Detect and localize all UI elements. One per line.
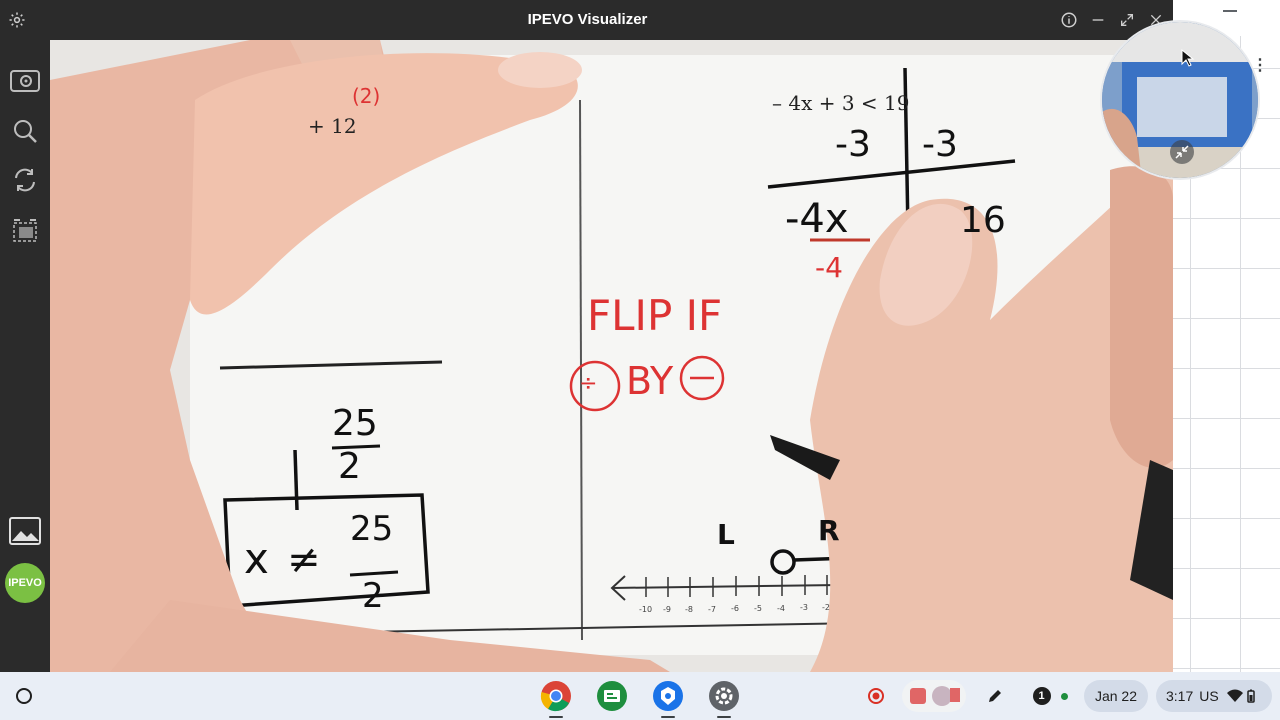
settings-active-indicator bbox=[717, 716, 731, 718]
classroom-app-icon[interactable] bbox=[594, 678, 630, 714]
tick-label: -2 bbox=[822, 603, 830, 612]
tick-label: -9 bbox=[663, 605, 671, 614]
date-pill[interactable]: Jan 22 bbox=[1084, 680, 1148, 712]
status-area[interactable]: 3:17 US bbox=[1156, 680, 1272, 712]
status-dot bbox=[1060, 692, 1068, 700]
result-right: 16 bbox=[960, 200, 1006, 241]
camera-scene: (2) + 12 25 2 x ≠ 25 2 – 4x + 3 < 19 -3 … bbox=[50, 40, 1173, 672]
tick-label: -10 bbox=[639, 605, 652, 614]
left-fraction-num: 25 bbox=[332, 403, 378, 444]
tick-label: -7 bbox=[708, 605, 716, 614]
result-left: -4x bbox=[785, 196, 849, 242]
divide-symbol: ÷ bbox=[579, 371, 597, 396]
info-icon[interactable] bbox=[1057, 8, 1081, 32]
tick-label: -4 bbox=[777, 604, 785, 613]
subtract-right: -3 bbox=[922, 124, 958, 165]
left-expression: + 12 bbox=[308, 114, 357, 138]
gallery-icon[interactable] bbox=[8, 514, 42, 548]
ipevo-active-indicator bbox=[661, 716, 675, 718]
subtract-left: -3 bbox=[835, 124, 871, 165]
more-options-icon[interactable]: ⋮ bbox=[1252, 55, 1268, 75]
window-title: IPEVO Visualizer bbox=[527, 11, 648, 28]
zoom-icon[interactable] bbox=[8, 114, 42, 148]
webcam-scene bbox=[1102, 22, 1258, 178]
notification-count: 1 bbox=[1032, 687, 1051, 705]
notification-indicator[interactable]: 1 bbox=[1024, 680, 1076, 712]
camera-feed: (2) + 12 25 2 x ≠ 25 2 – 4x + 3 < 19 -3 … bbox=[50, 40, 1173, 672]
tick-label: -5 bbox=[754, 604, 762, 613]
tick-label: -6 bbox=[731, 604, 739, 613]
ipevo-logo[interactable]: IPEVO bbox=[5, 563, 45, 603]
left-top-note: (2) bbox=[352, 84, 380, 108]
crop-icon[interactable] bbox=[8, 214, 42, 248]
boxed-symbol: ≠ bbox=[287, 537, 321, 583]
inequality-line: – 4x + 3 < 19 bbox=[772, 91, 909, 115]
boxed-fraction-num: 25 bbox=[350, 509, 393, 549]
record-icon[interactable] bbox=[858, 680, 894, 712]
minimize-icon[interactable] bbox=[1086, 8, 1110, 32]
webcam-pip[interactable] bbox=[1100, 20, 1260, 180]
snapshot-icon[interactable] bbox=[8, 64, 42, 98]
flip-note-line2: BY bbox=[626, 359, 674, 403]
wifi-icon bbox=[1226, 689, 1243, 702]
label-right: R bbox=[818, 514, 840, 547]
launcher-icon[interactable] bbox=[8, 680, 40, 712]
chrome-icon[interactable] bbox=[538, 678, 574, 714]
boxed-fraction-den: 2 bbox=[362, 576, 384, 616]
window-titlebar: IPEVO Visualizer bbox=[0, 0, 1175, 40]
pen-icon[interactable] bbox=[978, 680, 1012, 712]
rotate-icon[interactable] bbox=[8, 163, 42, 197]
locale-indicator: US bbox=[1199, 688, 1219, 704]
tick-label: -3 bbox=[800, 603, 808, 612]
settings-app-icon[interactable] bbox=[706, 678, 742, 714]
left-fraction-den: 2 bbox=[338, 446, 361, 487]
ipevo-app-icon[interactable] bbox=[650, 678, 686, 714]
divide-left: -4 bbox=[815, 251, 843, 284]
battery-icon bbox=[1246, 689, 1255, 703]
boxed-variable: x bbox=[244, 534, 269, 583]
flip-note-line1: FLIP IF bbox=[587, 291, 722, 340]
chrome-active-indicator bbox=[549, 716, 563, 718]
tick-label: -8 bbox=[685, 605, 693, 614]
collapse-pip-icon[interactable] bbox=[1170, 140, 1194, 164]
tool-sidebar: IPEVO bbox=[0, 40, 50, 672]
bg-minimize-icon[interactable] bbox=[1223, 10, 1237, 12]
screen-capture-thumbnails[interactable] bbox=[902, 680, 966, 712]
clock-time: 3:17 bbox=[1166, 688, 1194, 704]
label-left: L bbox=[717, 518, 735, 551]
maximize-icon[interactable] bbox=[1115, 8, 1139, 32]
